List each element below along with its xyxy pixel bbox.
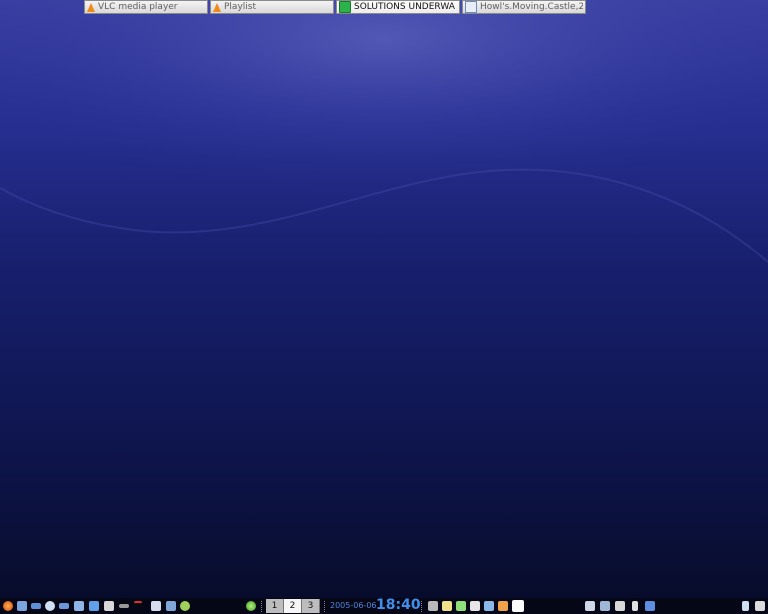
- task-howls-moving-castle[interactable]: Howl's.Moving.Castle,200: [462, 0, 586, 14]
- desktop-background: [0, 0, 768, 598]
- mouse-icon[interactable]: [119, 604, 129, 608]
- vlc-cone-icon: [213, 2, 221, 12]
- keyboard-icon[interactable]: [755, 601, 765, 611]
- task-label: VLC media player: [98, 2, 178, 12]
- printer-icon[interactable]: [615, 601, 625, 611]
- panel-separator: [261, 601, 264, 612]
- document-icon: [465, 1, 477, 13]
- tool-icon[interactable]: [31, 603, 41, 609]
- top-taskbar: VLC media player Playlist SOLUTIONS UNDE…: [84, 0, 588, 14]
- pager-desktop-1[interactable]: 1: [266, 599, 284, 613]
- bottom-panel: 1 2 3 2005-06-06 18:40: [0, 597, 768, 614]
- panel-clock[interactable]: 18:40: [376, 597, 421, 613]
- task-solutions-terminal[interactable]: SOLUTIONS UNDERWA: [336, 0, 460, 14]
- calculator-icon[interactable]: [74, 601, 84, 611]
- chat-icon[interactable]: [456, 601, 466, 611]
- cursor-icon[interactable]: [134, 601, 142, 613]
- bug-icon[interactable]: [498, 601, 508, 611]
- cube-icon[interactable]: [645, 601, 655, 611]
- task-label: Howl's.Moving.Castle,200: [480, 2, 583, 12]
- terminal-icon: [339, 1, 351, 13]
- weather-icon[interactable]: [45, 601, 55, 611]
- search-icon[interactable]: [180, 601, 190, 611]
- notes-icon[interactable]: [442, 601, 452, 611]
- battery-icon[interactable]: [742, 601, 749, 611]
- pager-desktop-2[interactable]: 2: [284, 599, 302, 613]
- monitor-icon[interactable]: [166, 601, 176, 611]
- panel-date[interactable]: 2005-06-06: [330, 601, 377, 610]
- panel-separator: [324, 601, 327, 612]
- network-icon[interactable]: [89, 601, 99, 611]
- pager-desktop-3[interactable]: 3: [302, 599, 320, 613]
- shield-icon[interactable]: [151, 601, 161, 611]
- task-vlc-media-player[interactable]: VLC media player: [84, 0, 208, 14]
- kde-icon[interactable]: [512, 600, 524, 612]
- download-icon[interactable]: [632, 601, 638, 611]
- task-label: Playlist: [224, 2, 256, 12]
- plug-icon[interactable]: [428, 601, 438, 611]
- vlc-cone-icon: [87, 2, 95, 12]
- panel-separator: [421, 601, 424, 612]
- firefox-icon[interactable]: [3, 601, 13, 611]
- desktop-pager: 1 2 3: [266, 599, 320, 613]
- printer-icon[interactable]: [585, 601, 595, 611]
- task-playlist[interactable]: Playlist: [210, 0, 334, 14]
- gear-icon[interactable]: [17, 601, 27, 611]
- volume-icon[interactable]: [470, 601, 480, 611]
- task-label: SOLUTIONS UNDERWA: [354, 2, 455, 12]
- desktop-wave: [0, 0, 768, 263]
- printer-icon[interactable]: [104, 601, 114, 611]
- globe-icon[interactable]: [246, 601, 256, 611]
- mail-icon[interactable]: [59, 603, 69, 609]
- monitor-icon[interactable]: [484, 601, 494, 611]
- network-icon[interactable]: [600, 601, 610, 611]
